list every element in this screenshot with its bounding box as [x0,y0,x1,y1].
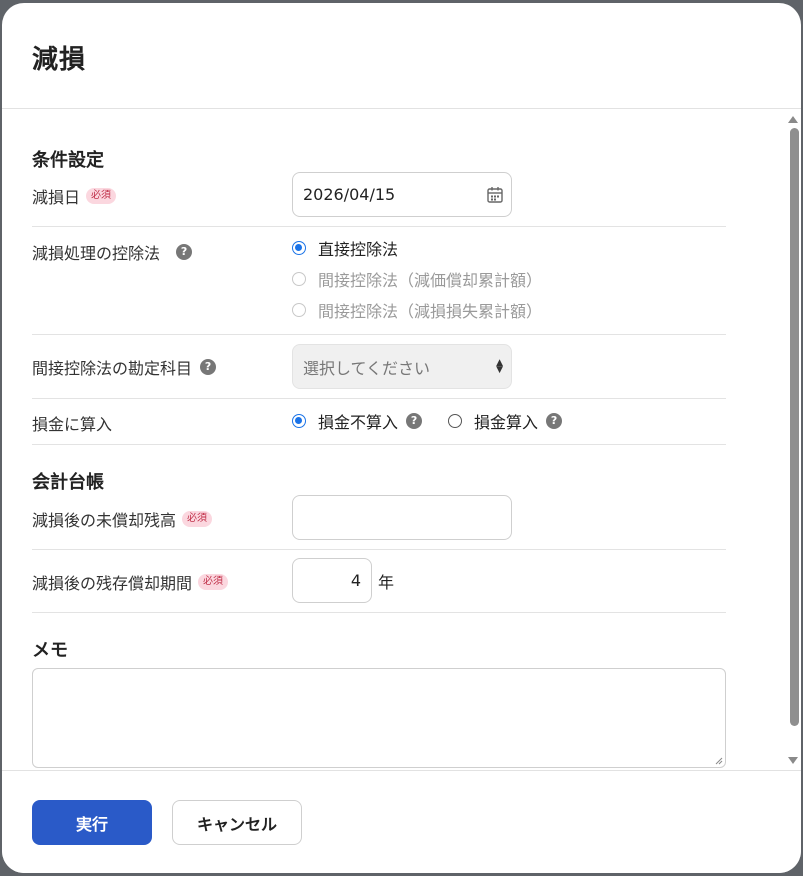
radio-deductible[interactable]: 損金算入 ? [448,410,563,432]
required-badge: 必須 [86,188,117,204]
remaining-book-value-label: 減損後の未償却残高 必須 [32,507,213,531]
scroll-up-arrow-icon[interactable] [788,116,798,123]
radio-label: 間接控除法（減価償却累計額） [318,271,543,290]
radio-indirect-impairment: 間接控除法（減損損失累計額） [292,299,542,321]
dialog-footer: 実行 キャンセル [2,770,801,873]
loss-inclusion-row: 損金に算入 損金不算入 ? 損金算入 ? [32,399,726,445]
select-arrows-icon: ▲ ▼ [496,358,503,375]
deduction-method-label-text: 減損処理の控除法 [32,244,161,263]
loss-inclusion-label: 損金に算入 [32,415,113,434]
remaining-book-value-field [292,495,512,540]
section-title-conditions: 条件設定 [32,150,104,171]
scroll-thumb[interactable] [790,128,799,726]
deduction-method-row: 減損処理の控除法 ? 直接控除法 間接控除法（減価償却累計額） 間接控除法（減損… [32,227,726,335]
section-title-memo: メモ [32,640,68,661]
section-title-ledger: 会計台帳 [32,472,104,493]
radio-direct-deduction[interactable]: 直接控除法 [292,237,542,259]
radio-button[interactable] [292,241,306,255]
select-placeholder: 選択してください [303,358,431,378]
indirect-account-select[interactable]: 選択してください ▲ ▼ [292,344,512,389]
radio-label: 損金算入 [474,413,539,432]
impairment-date-label: 減損日 必須 [32,184,117,208]
remaining-life-value: 4 [350,571,361,590]
radio-button [292,303,306,317]
required-badge: 必須 [182,511,213,527]
remaining-book-value-label-text: 減損後の未償却残高 [32,511,177,530]
calendar-icon[interactable] [487,186,503,203]
required-badge: 必須 [198,574,229,590]
indirect-account-field: 選択してください ▲ ▼ [292,344,512,389]
radio-non-deductible[interactable]: 損金不算入 ? [292,410,423,432]
remaining-life-unit: 年 [378,572,395,592]
remaining-book-value-row: 減損後の未償却残高 必須 [32,492,726,550]
scroll-down-arrow-icon[interactable] [788,757,798,764]
help-icon[interactable]: ? [176,244,193,260]
resize-grip-icon[interactable] [715,757,723,765]
deduction-method-label: 減損処理の控除法 ? [32,240,193,264]
indirect-account-label-text: 間接控除法の勘定科目 [32,359,193,378]
remaining-life-row: 減損後の残存償却期間 必須 4 年 [32,550,726,613]
remaining-book-value-input[interactable] [292,495,512,540]
cancel-button[interactable]: キャンセル [172,800,302,845]
indirect-account-label: 間接控除法の勘定科目 ? [32,355,217,379]
impairment-dialog: 減損 条件設定 減損日 必須 2026/04/15 減損処理の控除法 ? 直接控… [2,3,801,873]
radio-label: 直接控除法 [318,240,399,259]
help-icon[interactable]: ? [546,413,563,429]
impairment-date-value: 2026/04/15 [303,185,396,204]
radio-label: 間接控除法（減損損失累計額） [318,302,543,321]
dialog-header: 減損 [2,3,801,109]
impairment-date-field: 2026/04/15 [292,172,512,217]
loss-inclusion-radio-group: 損金不算入 ? 損金算入 ? [292,410,563,432]
dialog-body[interactable]: 条件設定 減損日 必須 2026/04/15 減損処理の控除法 ? 直接控除法 … [2,110,801,770]
help-icon[interactable]: ? [406,413,423,429]
remaining-life-label-text: 減損後の残存償却期間 [32,574,193,593]
remaining-life-field: 4 年 [292,558,394,603]
indirect-account-row: 間接控除法の勘定科目 ? 選択してください ▲ ▼ [32,335,726,399]
radio-label: 損金不算入 [318,413,399,432]
remaining-life-label: 減損後の残存償却期間 必須 [32,570,229,594]
impairment-date-row: 減損日 必須 2026/04/15 [32,170,726,227]
deduction-method-radio-group: 直接控除法 間接控除法（減価償却累計額） 間接控除法（減損損失累計額） [292,237,542,321]
radio-button[interactable] [448,414,463,428]
dialog-title: 減損 [32,45,87,75]
radio-indirect-depreciation: 間接控除法（減価償却累計額） [292,268,542,290]
execute-button[interactable]: 実行 [32,800,152,845]
impairment-date-input[interactable]: 2026/04/15 [292,172,512,217]
scrollbar[interactable] [787,110,801,770]
impairment-date-label-text: 減損日 [32,188,81,207]
radio-button [292,272,306,286]
radio-button[interactable] [292,414,306,428]
help-icon[interactable]: ? [200,359,217,375]
memo-textarea[interactable] [32,668,726,768]
remaining-life-input[interactable]: 4 [292,558,372,603]
